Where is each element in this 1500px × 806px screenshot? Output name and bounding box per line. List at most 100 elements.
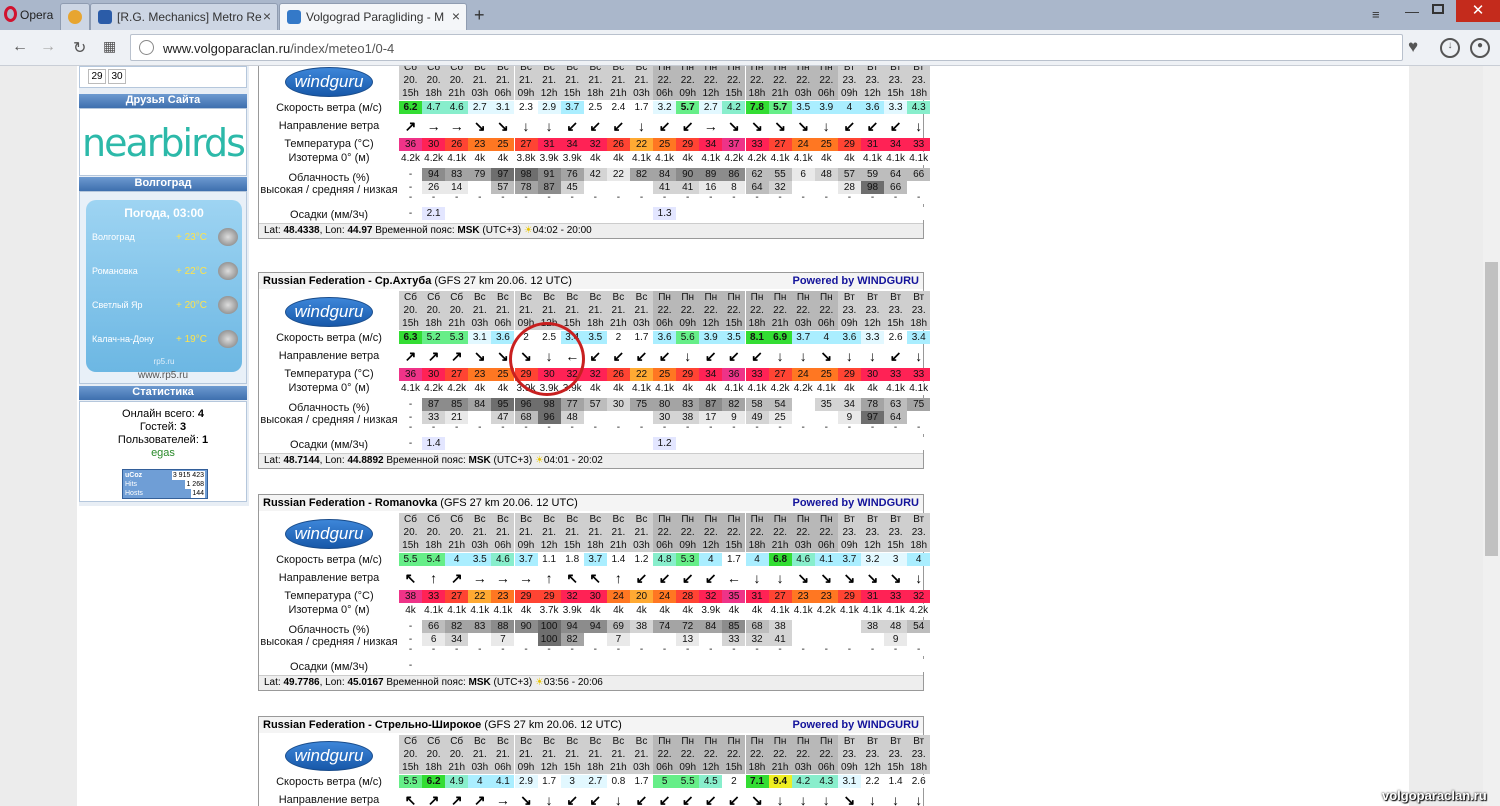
reload-icon[interactable]: ↻ bbox=[73, 38, 86, 58]
forecast-table: windguru Сб 20. 15h Сб 20. 18h Сб 20. 21h Вс 21. 03h… bbox=[258, 66, 931, 239]
counter-total: 3 915 423 bbox=[171, 471, 205, 480]
weather-city: Светлый Яр bbox=[92, 300, 143, 310]
windguru-logo[interactable]: windguru bbox=[259, 513, 399, 557]
stat-label: Онлайн всего: bbox=[122, 408, 195, 420]
scrollbar[interactable] bbox=[1483, 66, 1500, 806]
wind-cell: 6.3 bbox=[399, 331, 422, 344]
isotherm-cell: 4.1k bbox=[884, 152, 908, 165]
day-cell: Пн bbox=[745, 735, 769, 748]
counter-hits: Hits 1 268 bbox=[125, 480, 205, 489]
precip-cell bbox=[745, 659, 769, 672]
speed-dial-grid-icon[interactable]: ▦ bbox=[103, 38, 116, 55]
temp-cell: 22 bbox=[630, 138, 653, 151]
minimize-icon[interactable]: — bbox=[1405, 3, 1419, 19]
day-cell: Вс bbox=[537, 66, 561, 74]
windguru-logo[interactable]: windguru bbox=[259, 735, 399, 779]
calendar-day[interactable]: 29 bbox=[88, 69, 106, 84]
temp-cell: 33 bbox=[422, 590, 446, 603]
wind-arrow-icon: ↓ bbox=[892, 792, 900, 806]
day-cell: Пн bbox=[791, 291, 815, 304]
cloud-low-cell: - bbox=[768, 193, 792, 204]
cloud-high-cell: 38 bbox=[768, 620, 792, 633]
temp-cell: 29 bbox=[837, 368, 861, 381]
precip-cell bbox=[583, 659, 607, 672]
isotherm-cell: 4.2k bbox=[445, 382, 469, 395]
windguru-logo[interactable]: windguru bbox=[259, 66, 399, 105]
model-info: (GFS 27 km 20.06. 12 UTC) bbox=[437, 497, 578, 509]
account-icon[interactable]: ● bbox=[1470, 38, 1490, 58]
isotherm-cell: 4k bbox=[583, 152, 607, 165]
ucoz-counter[interactable]: uCoz 3 915 423 Hits 1 268 Hosts 144 bbox=[122, 469, 208, 499]
powered-by-link[interactable]: Powered by WINDGURU bbox=[792, 497, 919, 509]
cloud-high-cell: 77 bbox=[560, 398, 584, 411]
precip-cell bbox=[560, 659, 584, 672]
hour-cell: 09h bbox=[514, 761, 538, 774]
date-cell: 22. bbox=[699, 748, 723, 761]
scrollbar-thumb[interactable] bbox=[1485, 262, 1498, 556]
isotherm-cell: 4k bbox=[861, 382, 884, 395]
nearbirds-banner[interactable]: nearbirds bbox=[79, 108, 247, 176]
bookmark-heart-icon[interactable]: ♥ bbox=[1408, 37, 1418, 57]
download-icon[interactable]: ↓ bbox=[1440, 38, 1460, 58]
forward-icon[interactable]: → bbox=[40, 38, 56, 56]
cloud-high-cell: 85 bbox=[445, 398, 469, 411]
calendar-day[interactable]: 30 bbox=[108, 69, 126, 84]
cloud-high-cell: 79 bbox=[468, 168, 492, 181]
back-icon[interactable]: ← bbox=[12, 38, 28, 56]
date-cell: 22. bbox=[745, 74, 769, 87]
temp-cell: 38 bbox=[399, 590, 422, 603]
cloud-high-cell: 64 bbox=[884, 168, 908, 181]
day-cell: Вс bbox=[537, 291, 561, 304]
cloud-high-cell: 34 bbox=[837, 398, 861, 411]
windguru-logo[interactable]: windguru bbox=[259, 291, 399, 335]
new-tab-button[interactable]: + bbox=[474, 5, 485, 26]
cloud-low-cell: - bbox=[514, 193, 538, 204]
wind-arrow-icon: ↙ bbox=[866, 118, 879, 134]
precip-cell bbox=[491, 659, 515, 672]
wind-arrow-icon: ↓ bbox=[545, 118, 553, 134]
day-cell: Пн bbox=[791, 513, 815, 526]
close-window-icon[interactable]: ✕ bbox=[1456, 0, 1500, 22]
url-field[interactable]: www.volgoparaclan.ru/index/meteo1/0-4 bbox=[130, 34, 1403, 61]
opera-menu-button[interactable]: Opera bbox=[0, 0, 58, 30]
tab-volgograd[interactable]: Volgograd Paragliding - M × bbox=[279, 3, 467, 30]
isotherm-cell: 4.1k bbox=[791, 604, 815, 617]
isotherm-cell: 4k bbox=[630, 604, 653, 617]
date-cell: 23. bbox=[837, 74, 861, 87]
hour-cell: 03h bbox=[468, 539, 492, 552]
close-tab-icon[interactable]: × bbox=[452, 8, 460, 24]
cloud-low-cell: - bbox=[491, 193, 515, 204]
online-user-link[interactable]: egas bbox=[80, 447, 246, 460]
hour-cell: 18h bbox=[583, 317, 607, 330]
wind-cell: 4.9 bbox=[445, 775, 469, 788]
hour-cell: 06h bbox=[814, 539, 838, 552]
date-cell: 22. bbox=[745, 748, 769, 761]
tab-metro[interactable]: [R.G. Mechanics] Metro Re × bbox=[90, 3, 278, 30]
date-cell: 21. bbox=[583, 748, 607, 761]
powered-by-link[interactable]: Powered by WINDGURU bbox=[792, 719, 919, 731]
hour-cell: 06h bbox=[814, 317, 838, 330]
wind-arrow-icon: ↓ bbox=[753, 570, 761, 586]
close-tab-icon[interactable]: × bbox=[263, 8, 271, 24]
wind-cell: 1.7 bbox=[537, 775, 561, 788]
wind-cell: 3.7 bbox=[560, 101, 584, 114]
maximize-icon[interactable] bbox=[1432, 4, 1444, 14]
weather-widget[interactable]: Погода, 03:00 Волгоград + 23°C Романовка +… bbox=[79, 191, 247, 384]
wind-cell: 1.7 bbox=[722, 553, 746, 566]
wind-arrow-icon: ↘ bbox=[473, 118, 486, 134]
tab-menu-icon[interactable]: ≡ bbox=[1372, 7, 1380, 22]
date-cell: 22. bbox=[653, 304, 677, 317]
cloud-high-cell: 94 bbox=[422, 168, 446, 181]
cloud-high-cell: 98 bbox=[537, 398, 561, 411]
precip-cell bbox=[676, 207, 700, 220]
isotherm-cell: 4.1k bbox=[768, 152, 792, 165]
powered-by-link[interactable]: Powered by WINDGURU bbox=[792, 275, 919, 287]
cloud-high-cell: 83 bbox=[676, 398, 700, 411]
temp-cell: 26 bbox=[606, 368, 630, 381]
isotherm-cell: 4k bbox=[653, 604, 677, 617]
isotherm-label: Изотерма 0° (м) bbox=[288, 152, 370, 164]
tab-speed-dial[interactable] bbox=[60, 3, 90, 30]
rp5-link[interactable]: www.rp5.ru bbox=[80, 370, 246, 381]
weather-city: Волгоград bbox=[92, 232, 135, 242]
precip-cell bbox=[791, 207, 815, 220]
